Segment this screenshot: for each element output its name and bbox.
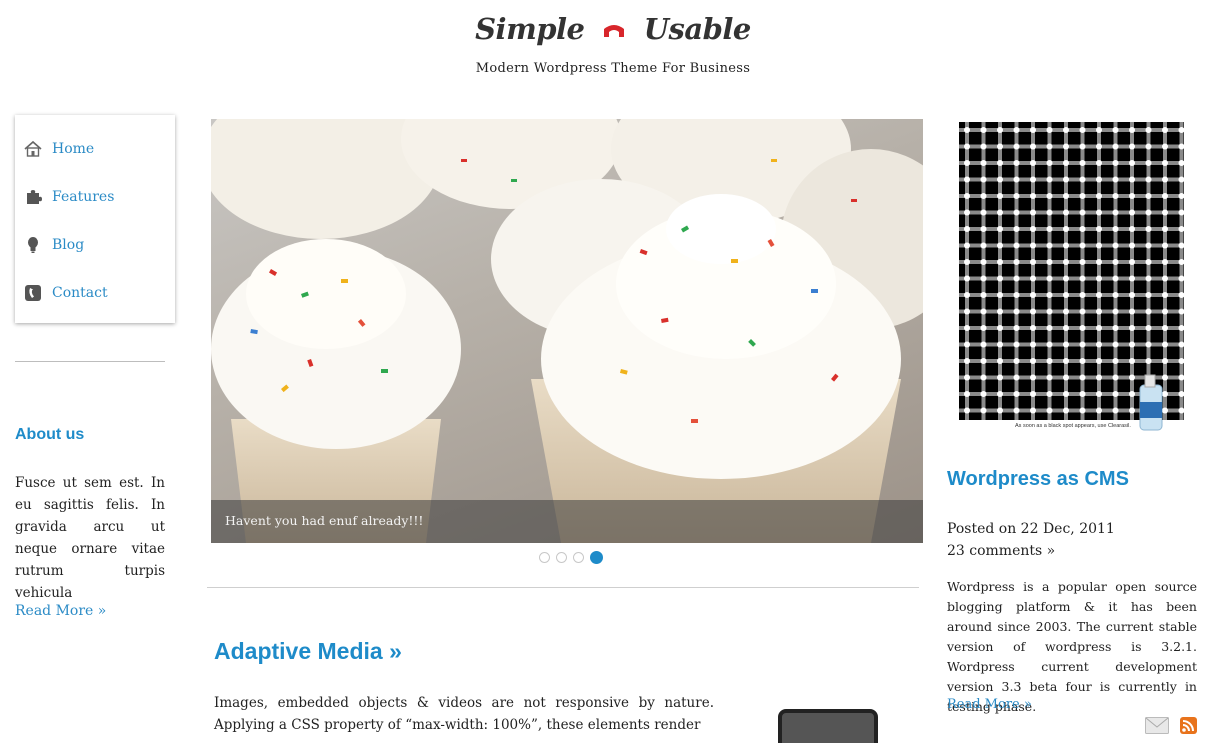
logo-word-simple: Simple bbox=[475, 12, 585, 46]
slider-dot-4-active[interactable] bbox=[590, 550, 603, 564]
slider-dot-2[interactable] bbox=[556, 551, 567, 563]
about-read-more-link[interactable]: Read More » bbox=[15, 603, 106, 619]
illusion-caption: As soon as a black spot appears, use Cle… bbox=[1015, 423, 1131, 429]
sidebar-post-date: Posted on 22 Dec, 2011 bbox=[947, 521, 1115, 537]
lightbulb-icon bbox=[28, 237, 38, 253]
sidebar-comments-link[interactable]: 23 comments » bbox=[947, 540, 1115, 562]
image-slider[interactable]: Havent you had enuf already!!! bbox=[211, 119, 923, 543]
nav-item-contact[interactable]: Contact bbox=[15, 278, 175, 308]
left-divider bbox=[15, 361, 165, 362]
main-divider bbox=[207, 587, 919, 588]
nav-item-features[interactable]: Features bbox=[15, 182, 175, 212]
sidebar-post-text: Wordpress is a popular open source blogg… bbox=[947, 579, 1197, 714]
home-icon bbox=[24, 140, 42, 157]
site-tagline: Modern Wordpress Theme For Business bbox=[475, 61, 751, 76]
sidebar-read-more-link[interactable]: Read More » bbox=[947, 697, 1032, 712]
phone-icon bbox=[25, 285, 41, 301]
sidebar-post-meta: Posted on 22 Dec, 2011 23 comments » bbox=[947, 518, 1115, 562]
slider-caption-bar: Havent you had enuf already!!! bbox=[211, 500, 923, 543]
slider-caption: Havent you had enuf already!!! bbox=[225, 513, 424, 528]
post-excerpt: Images, embedded objects & videos are no… bbox=[214, 695, 714, 733]
nav-label-blog: Blog bbox=[52, 237, 85, 253]
post-title-link[interactable]: Adaptive Media » bbox=[214, 638, 402, 665]
puzzle-icon bbox=[27, 190, 42, 204]
nav-label-features: Features bbox=[52, 189, 115, 205]
logo-word-usable: Usable bbox=[643, 12, 752, 46]
slider-pagination bbox=[539, 550, 603, 564]
about-text: Fusce ut sem est. In eu sagittis felis. … bbox=[15, 475, 165, 601]
cupcakes-photo bbox=[211, 119, 923, 543]
nav-label-contact: Contact bbox=[52, 285, 108, 301]
site-logo[interactable]: Simple Usable bbox=[0, 10, 1209, 46]
slider-dot-3[interactable] bbox=[573, 551, 584, 563]
slider-dot-1[interactable] bbox=[539, 551, 550, 563]
nav-label-home: Home bbox=[52, 141, 95, 157]
device-image bbox=[778, 709, 878, 743]
nav-item-home[interactable]: Home bbox=[15, 134, 175, 164]
main-navigation: Home Features Blog Contact bbox=[15, 115, 175, 323]
grid-illusion-image: As soon as a black spot appears, use Cle… bbox=[959, 122, 1184, 440]
sidebar-post-title-link[interactable]: Wordpress as CMS bbox=[947, 468, 1129, 491]
mail-icon[interactable] bbox=[1145, 717, 1169, 734]
about-title: About us bbox=[15, 426, 85, 443]
nav-item-blog[interactable]: Blog bbox=[15, 230, 175, 260]
rss-icon[interactable] bbox=[1180, 717, 1197, 734]
logo-mark-icon bbox=[604, 25, 625, 37]
